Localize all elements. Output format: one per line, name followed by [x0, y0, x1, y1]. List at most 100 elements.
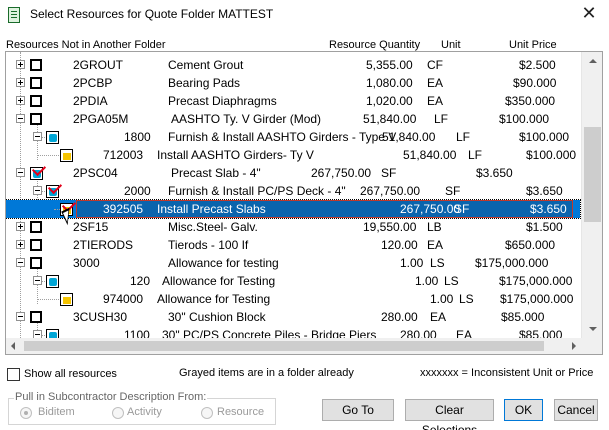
folder-item-icon[interactable]: [46, 275, 59, 288]
tree-row[interactable]: 974000 Allowance for Testing 1.00 LS $17…: [6, 290, 580, 308]
vertical-scrollbar[interactable]: [581, 52, 602, 338]
header-quantity[interactable]: Resource Quantity: [329, 39, 420, 51]
row-description: Furnish & Install AASHTO Girders - Type …: [168, 130, 397, 144]
row-checkbox[interactable]: [30, 239, 42, 251]
expand-icon[interactable]: [16, 240, 25, 249]
row-checkbox[interactable]: [30, 311, 42, 323]
row-checkbox[interactable]: [30, 95, 42, 107]
expand-icon[interactable]: [16, 60, 25, 69]
collapse-icon[interactable]: [33, 132, 42, 141]
scroll-down-icon[interactable]: [582, 321, 602, 337]
row-description: Precast Slab - 4": [171, 166, 261, 180]
resource-tree[interactable]: 2GROUT Cement Grout 5,355.00 CF $2.500 2…: [5, 51, 603, 355]
row-quantity: 267,750.00: [360, 184, 421, 198]
radio-activity[interactable]: [112, 407, 124, 419]
row-checkbox[interactable]: [30, 257, 42, 269]
tree-row[interactable]: 2000 Furnish & Install PC/PS Deck - 4" 2…: [6, 182, 580, 200]
row-quantity: 1,080.00: [366, 76, 413, 90]
row-unit: EA: [427, 76, 444, 90]
collapse-icon[interactable]: [33, 276, 42, 285]
tree-row[interactable]: 2PGA05M AASHTO Ty. V Girder (Mod) 51,840…: [6, 110, 580, 128]
tree-row[interactable]: 2TIERODS Tierods - 100 If 120.00 EA $650…: [6, 236, 580, 254]
header-resources[interactable]: Resources Not in Another Folder: [6, 39, 166, 51]
show-all-label[interactable]: Show all resources: [24, 368, 117, 380]
tree-row[interactable]: 2GROUT Cement Grout 5,355.00 CF $2.500: [6, 56, 580, 74]
row-description: Bearing Pads: [168, 76, 241, 90]
scroll-left-icon[interactable]: [11, 342, 15, 350]
collapse-icon[interactable]: [33, 186, 42, 195]
row-code: 2GROUT: [73, 58, 124, 72]
row-description: Cement Grout: [168, 58, 244, 72]
tree-row[interactable]: 2PDIA Precast Diaphragms 1,020.00 EA $35…: [6, 92, 580, 110]
folder-item-icon[interactable]: [46, 131, 59, 144]
row-unit: LS: [459, 292, 474, 306]
tree-row[interactable]: 3CUSH30 30" Cushion Block 280.00 EA $85.…: [6, 308, 580, 326]
radio-biditem[interactable]: [20, 407, 32, 419]
window-title: Select Resources for Quote Folder MATTES…: [30, 7, 274, 21]
row-quantity: 51,840.00: [382, 130, 436, 144]
row-code: 2PSC04: [73, 166, 118, 180]
tree-row-selected[interactable]: 392505 Install Precast Slabs 267,750.00 …: [6, 199, 581, 219]
collapse-icon[interactable]: [16, 312, 25, 321]
row-description: Furnish & Install PC/PS Deck - 4": [168, 184, 346, 198]
activity-icon[interactable]: [60, 293, 73, 306]
header-unit[interactable]: Unit: [441, 39, 461, 51]
row-quantity: 19,550.00: [363, 220, 417, 234]
checked-item-icon[interactable]: [30, 167, 43, 180]
tree-row[interactable]: 120 Allowance for Testing 1.00 LS $175,0…: [6, 272, 580, 290]
row-quantity: 280.00: [381, 310, 418, 324]
row-description: Allowance for Testing: [157, 292, 271, 306]
row-checkbox[interactable]: [30, 221, 42, 233]
row-unit: EA: [427, 94, 444, 108]
expand-icon[interactable]: [16, 78, 25, 87]
checked-item-icon[interactable]: [46, 185, 59, 198]
goto-button[interactable]: Go To: [322, 399, 394, 421]
row-code: 974000: [103, 292, 144, 306]
cancel-button[interactable]: Cancel: [554, 399, 598, 421]
row-description: 30" Cushion Block: [168, 310, 266, 324]
row-checkbox[interactable]: [30, 77, 42, 89]
inconsistent-note: xxxxxxx = Inconsistent Unit or Price: [420, 367, 594, 379]
tree-row[interactable]: 3000 Allowance for testing 1.00 LS $175,…: [6, 254, 580, 272]
clear-selections-button[interactable]: Clear Selections: [405, 399, 494, 430]
close-button[interactable]: ✕: [574, 0, 604, 28]
row-quantity: 1,020.00: [366, 94, 413, 108]
scroll-up-icon[interactable]: [582, 53, 602, 69]
row-price: $100.000: [519, 130, 570, 144]
tree-row[interactable]: 2PCBP Bearing Pads 1,080.00 EA $90.000: [6, 74, 580, 92]
activity-icon[interactable]: [60, 149, 73, 162]
radio-resource[interactable]: [201, 407, 213, 419]
collapse-icon[interactable]: [16, 258, 25, 267]
row-unit: EA: [427, 238, 444, 252]
row-price: $85.000: [501, 310, 545, 324]
expand-icon[interactable]: [16, 96, 25, 105]
radio-resource-label[interactable]: Resource: [217, 406, 264, 418]
subcontractor-group-label: Pull in Subcontractor Description From:: [14, 391, 208, 403]
show-all-checkbox[interactable]: [7, 368, 20, 381]
row-description: Install Precast Slabs: [157, 202, 266, 216]
row-checkbox[interactable]: [30, 113, 42, 125]
row-checkbox[interactable]: [30, 59, 42, 71]
collapse-icon[interactable]: [16, 168, 25, 177]
expand-icon[interactable]: [16, 222, 25, 231]
horizontal-scrollbar[interactable]: [6, 338, 581, 354]
header-unit-price[interactable]: Unit Price: [509, 39, 557, 51]
radio-activity-label[interactable]: Activity: [127, 406, 162, 418]
row-quantity: 1.00: [400, 256, 424, 270]
tree-row[interactable]: 2PSC04 Precast Slab - 4" 267,750.00 SF $…: [6, 164, 580, 182]
vertical-scroll-thumb[interactable]: [584, 127, 601, 222]
radio-biditem-label[interactable]: Biditem: [38, 406, 75, 418]
row-description: AASHTO Ty. V Girder (Mod): [171, 112, 322, 126]
row-code: 2PGA05M: [73, 112, 129, 126]
collapse-icon[interactable]: [16, 114, 25, 123]
scroll-right-icon[interactable]: [572, 342, 576, 350]
tree-row[interactable]: 2SF15 Misc.Steel- Galv. 19,550.00 LB $1.…: [6, 218, 580, 236]
row-code: 712003: [103, 148, 144, 162]
row-quantity: 120.00: [381, 238, 418, 252]
ok-button[interactable]: OK: [504, 399, 543, 421]
row-description: Precast Diaphragms: [168, 94, 277, 108]
tree-row[interactable]: 712003 Install AASHTO Girders- Ty V 51,8…: [6, 146, 580, 164]
tree-row[interactable]: 1800 Furnish & Install AASHTO Girders - …: [6, 128, 580, 146]
row-price: $2.500: [519, 58, 556, 72]
horizontal-scroll-thumb[interactable]: [24, 341, 544, 351]
